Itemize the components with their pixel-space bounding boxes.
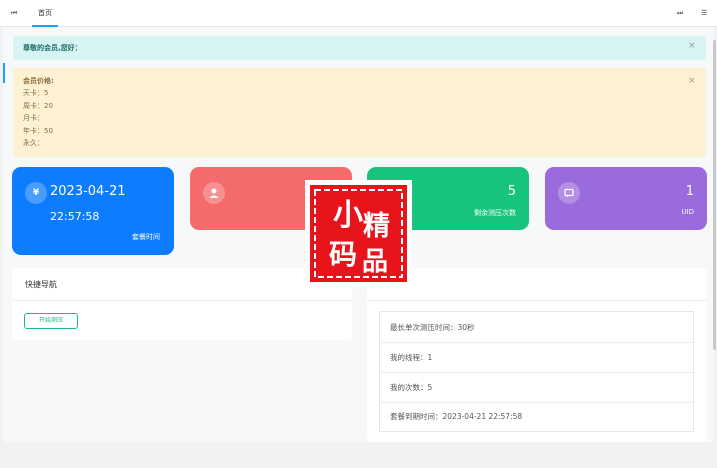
divider (367, 300, 707, 301)
divider (380, 402, 693, 403)
bottom-strip (0, 442, 717, 468)
price-forever: 永久： (23, 139, 44, 147)
expiry-date: 2023-04-21 (50, 184, 126, 199)
tab-home[interactable]: 首页 (32, 0, 58, 27)
quick-nav-title: 快捷导航 (25, 280, 57, 289)
info-row-threads: 我的线程：1 (390, 353, 433, 362)
uid-value: 1 (685, 184, 694, 199)
chat-icon (558, 182, 580, 204)
info-list: 最长单次测压时间：30秒 我的线程：1 我的次数：5 套餐到期时间：2023-0… (379, 311, 694, 432)
next-tabs-icon[interactable]: ⏭ (677, 9, 683, 18)
welcome-text: 尊敬的会员,您好： (23, 44, 82, 52)
uid-card: 1 UID (545, 167, 707, 230)
svg-text:精: 精 (363, 211, 390, 242)
tab-bar: ⏮ 首页 ⏭ ☰ (0, 0, 717, 27)
price-title: 会员价格: (23, 77, 54, 85)
scrollbar[interactable] (713, 40, 716, 350)
info-row-max-time: 最长单次测压时间：30秒 (390, 323, 475, 332)
start-test-button[interactable]: 开始测压 (24, 313, 78, 329)
price-day: 天卡：5 (23, 89, 49, 97)
price-week: 周卡：20 (23, 101, 53, 110)
seal-logo: 小 精 码 品 (305, 180, 412, 287)
price-month: 月卡： (23, 114, 44, 122)
info-row-count: 我的次数：5 (390, 383, 433, 392)
price-year: 年卡：50 (23, 126, 53, 135)
remaining-value: 5 (507, 184, 516, 199)
welcome-alert: 尊敬的会员,您好： × (13, 36, 706, 60)
close-icon[interactable]: × (688, 41, 696, 51)
side-indicator (3, 63, 5, 83)
svg-text:码: 码 (329, 238, 357, 271)
close-icon[interactable]: × (688, 76, 696, 86)
tab-menu-icon[interactable]: ☰ (701, 9, 707, 17)
expiry-card: ¥ 2023-04-21 22:57:58 套餐时间 (12, 167, 174, 255)
price-list: 天卡：5 周卡：20 月卡： 年卡：50 永久： (23, 87, 53, 150)
uid-caption: UID (681, 208, 694, 216)
divider (380, 342, 693, 343)
expiry-caption: 套餐时间 (132, 233, 160, 241)
yen-icon: ¥ (25, 182, 47, 204)
price-alert: 会员价格: 天卡：5 周卡：20 月卡： 年卡：50 永久： × (13, 68, 706, 157)
svg-text:品: 品 (362, 247, 388, 277)
expiry-time: 22:57:58 (50, 210, 100, 223)
user-icon (203, 182, 225, 204)
remaining-caption: 剩余测压次数 (474, 209, 516, 217)
divider (12, 300, 352, 301)
info-row-expiry: 套餐到期时间：2023-04-21 22:57:58 (390, 412, 523, 421)
quick-nav-box: 快捷导航 (12, 268, 352, 340)
divider (380, 372, 693, 373)
svg-text:小: 小 (333, 198, 363, 233)
prev-tabs-icon[interactable]: ⏮ (11, 9, 17, 18)
